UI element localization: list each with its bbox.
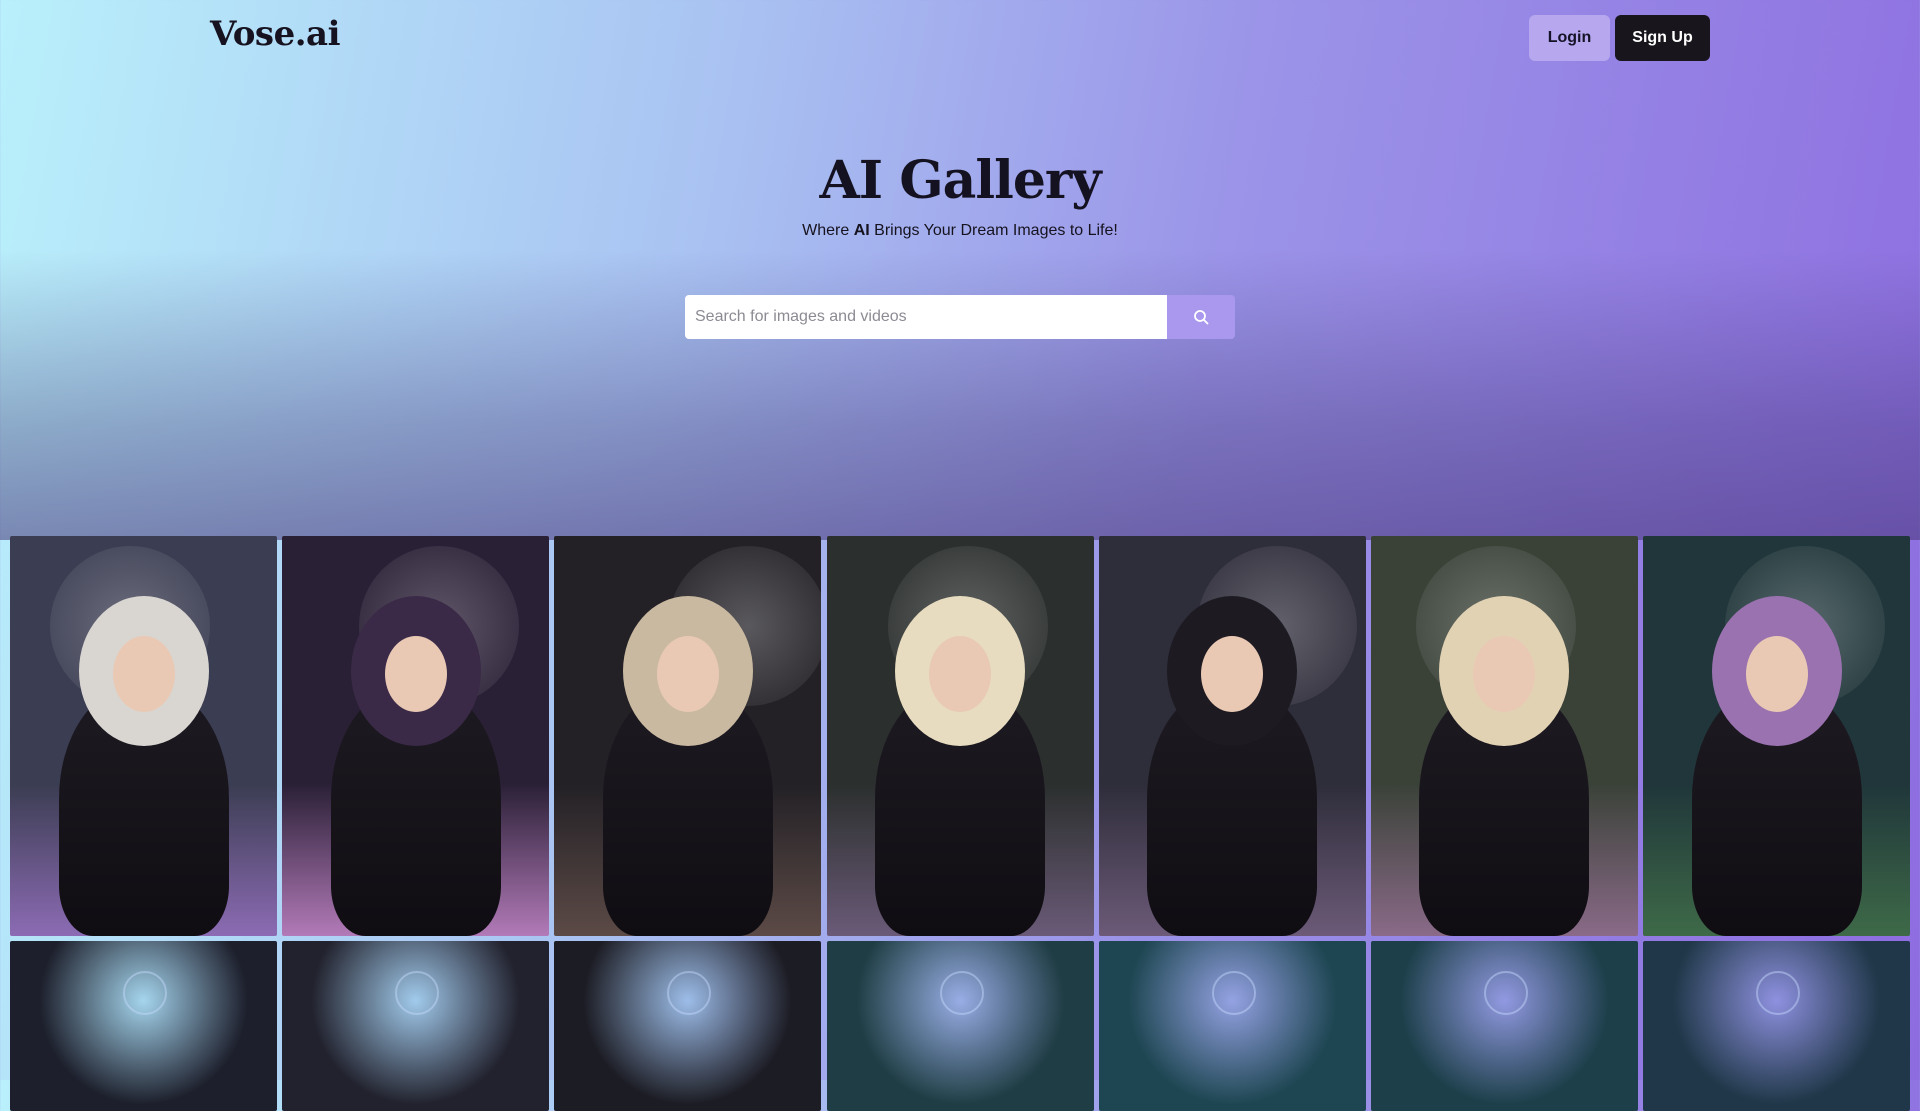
- image-highlight: [667, 971, 712, 1015]
- gallery-image[interactable]: [1098, 536, 1366, 936]
- image-highlight: [1756, 971, 1801, 1015]
- search-button[interactable]: [1167, 295, 1235, 339]
- image-face: [384, 636, 447, 712]
- image-highlight: [939, 971, 984, 1015]
- search-input[interactable]: [685, 295, 1167, 339]
- gallery-image[interactable]: [1370, 941, 1638, 1111]
- subtitle-prefix: Where: [802, 222, 854, 239]
- gallery-image[interactable]: [1098, 941, 1366, 1111]
- search-icon: [1193, 309, 1209, 325]
- image-face: [1745, 636, 1808, 712]
- gallery-image[interactable]: [10, 536, 277, 936]
- image-highlight: [1483, 971, 1528, 1015]
- image-face: [656, 636, 719, 712]
- gallery-image[interactable]: [826, 941, 1094, 1111]
- page-subtitle: Where AI Brings Your Dream Images to Lif…: [0, 222, 1920, 240]
- image-highlight: [395, 971, 440, 1015]
- gallery-image[interactable]: [554, 536, 822, 936]
- gallery-image[interactable]: [1370, 536, 1638, 936]
- image-face: [1473, 636, 1536, 712]
- search-bar: [685, 295, 1235, 339]
- gallery-image[interactable]: [826, 536, 1094, 936]
- image-gallery: [10, 536, 1911, 1111]
- login-button[interactable]: Login: [1529, 15, 1610, 61]
- subtitle-suffix: Brings Your Dream Images to Life!: [869, 222, 1118, 239]
- image-face: [112, 636, 175, 712]
- image-highlight: [1211, 971, 1256, 1015]
- image-face: [929, 636, 992, 712]
- page-title: AI Gallery: [819, 150, 1101, 211]
- site-logo[interactable]: Vose.ai: [210, 14, 341, 54]
- subtitle-bold: AI: [853, 222, 870, 239]
- hero-gradient-shade: [0, 250, 1920, 540]
- gallery-image[interactable]: [554, 941, 822, 1111]
- gallery-image[interactable]: [282, 536, 550, 936]
- gallery-image[interactable]: [282, 941, 550, 1111]
- gallery-image[interactable]: [1643, 941, 1911, 1111]
- image-face: [1201, 636, 1264, 712]
- gallery-image[interactable]: [10, 941, 277, 1111]
- image-highlight: [123, 971, 167, 1015]
- gallery-image[interactable]: [1643, 536, 1911, 936]
- signup-button[interactable]: Sign Up: [1615, 15, 1710, 61]
